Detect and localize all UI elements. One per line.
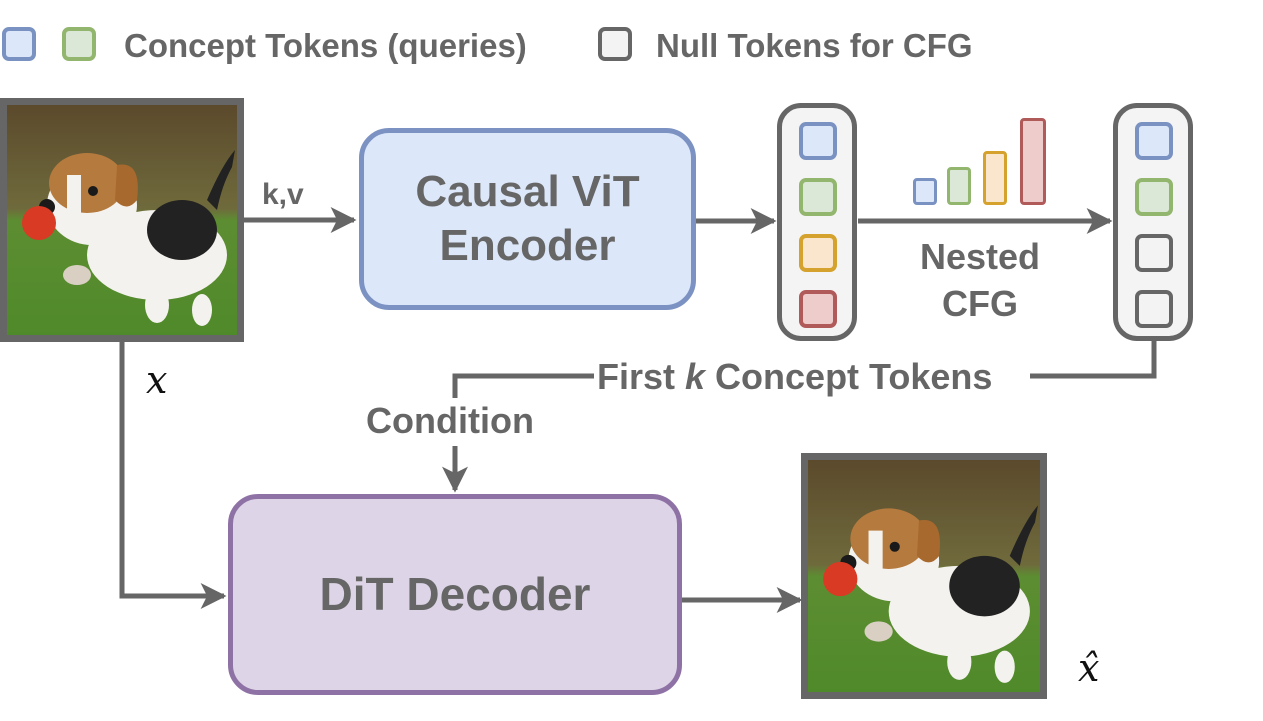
x-to-decoder-connector: [119, 340, 227, 609]
encoder-label-line2: Encoder: [439, 221, 616, 270]
concept-token-red: [799, 290, 837, 328]
nested-token-column: [1113, 103, 1193, 341]
first-k-concept-tokens-label: First k Concept Tokens: [597, 356, 992, 398]
cfg-bar-red: [1020, 118, 1046, 205]
nested-cfg-line2: CFG: [942, 282, 1018, 324]
cfg-bar-green: [947, 167, 971, 205]
cfg-bar-blue: [913, 178, 937, 205]
concept-token-blue: [799, 122, 837, 160]
causal-vit-encoder-block: Causal ViT Encoder: [359, 128, 696, 310]
kv-label: k,v: [262, 178, 304, 211]
cfg-bar-orange: [983, 151, 1007, 205]
encoder-label-line1: Causal ViT: [415, 167, 640, 217]
input-image: [0, 98, 244, 342]
output-image: [801, 453, 1047, 699]
first-k-tokens-connector-left: [452, 373, 594, 398]
null-token-2: [1135, 290, 1173, 328]
first-k-tokens-connector-right: [1030, 340, 1157, 379]
nested-cfg-line1: Nested: [919, 236, 1041, 277]
nested-cfg-label: Nested CFG: [900, 234, 1060, 328]
first-k-variable: k: [685, 356, 706, 397]
input-x-label: x: [146, 358, 168, 402]
first-k-prefix: First: [597, 356, 686, 397]
output-x-hat-label: x̂: [1078, 646, 1100, 690]
nested-token-green: [1135, 178, 1173, 216]
dit-decoder-block: DiT Decoder: [228, 494, 682, 695]
nested-token-blue: [1135, 122, 1173, 160]
decoder-label: DiT Decoder: [319, 568, 591, 621]
concept-token-green: [799, 178, 837, 216]
condition-label: Condition: [366, 400, 534, 441]
concept-token-column: [777, 103, 857, 341]
reconstructed-beagle-image: [808, 460, 1040, 692]
null-token-1: [1135, 234, 1173, 272]
beagle-puppy-image: [7, 105, 237, 335]
concept-token-orange: [799, 234, 837, 272]
first-k-suffix: Concept Tokens: [705, 356, 993, 397]
